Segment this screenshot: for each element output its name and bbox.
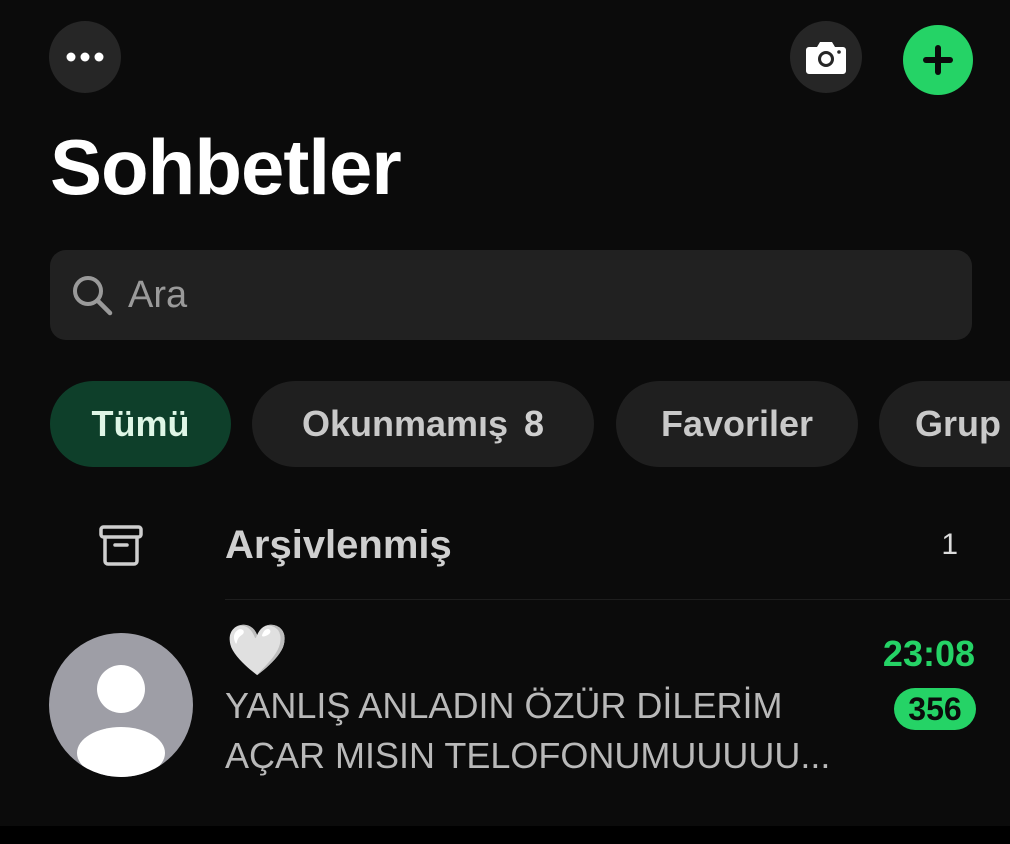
camera-icon — [806, 42, 846, 74]
unread-count-badge: 356 — [894, 688, 976, 730]
archived-label: Arşivlenmiş — [225, 523, 452, 567]
filter-chips: Tümü Okunmamış 8 Favoriler Grup — [50, 381, 1010, 467]
search-bar[interactable]: Ara — [50, 250, 972, 340]
chat-name: 🤍 — [226, 622, 289, 678]
more-dots-icon — [66, 52, 104, 62]
default-avatar-icon — [77, 665, 165, 777]
filter-chip-groups[interactable]: Grup — [879, 381, 1010, 467]
filter-chip-unread[interactable]: Okunmamış 8 — [252, 381, 594, 467]
plus-icon — [923, 45, 953, 75]
filter-chip-label: Okunmamış — [301, 403, 509, 444]
chat-list-item[interactable]: 🤍 YANLIŞ ANLADIN ÖZÜR DİLERİM AÇAR MISIN… — [0, 615, 1010, 795]
chat-timestamp: 23:08 — [882, 633, 975, 674]
archive-box-icon — [99, 525, 143, 566]
divider — [225, 599, 1010, 600]
search-icon — [73, 276, 113, 316]
filter-chip-label: Grup — [915, 403, 1001, 444]
page-title: Sohbetler — [50, 123, 402, 211]
avatar — [49, 633, 193, 777]
bottom-edge — [0, 826, 1010, 844]
archived-count: 1 — [941, 528, 958, 561]
camera-button[interactable] — [790, 21, 862, 93]
filter-chip-favorites[interactable]: Favoriler — [616, 381, 858, 467]
filter-chip-label: Favoriler — [660, 403, 814, 444]
filter-chip-label: Tümü — [91, 403, 190, 444]
filter-chip-all[interactable]: Tümü — [50, 381, 231, 467]
filter-chip-count: 8 — [524, 403, 545, 444]
chat-last-message: YANLIŞ ANLADIN ÖZÜR DİLERİM AÇAR MISIN T… — [225, 685, 831, 776]
new-chat-button[interactable] — [903, 25, 973, 95]
archived-row[interactable]: Arşivlenmiş 1 — [0, 495, 1010, 599]
more-options-button[interactable] — [49, 21, 121, 93]
search-placeholder: Ara — [128, 273, 188, 316]
